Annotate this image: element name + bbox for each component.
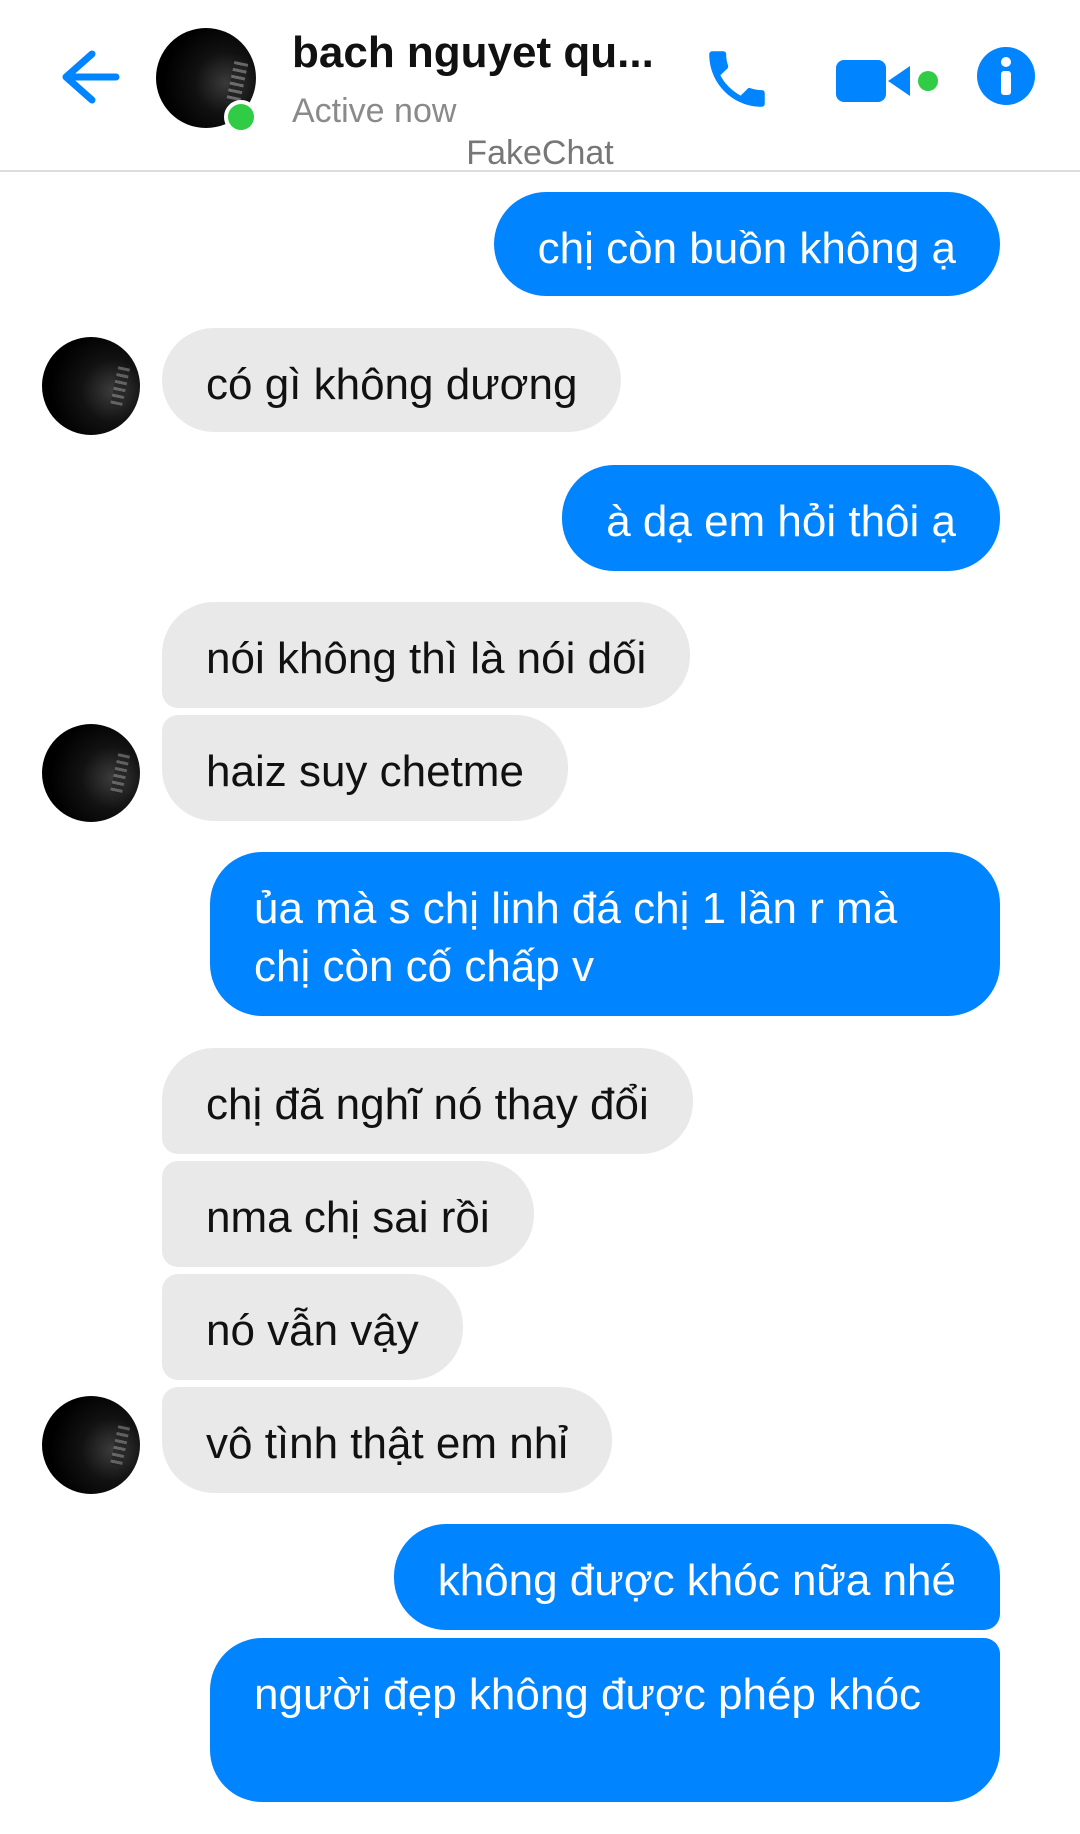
- watermark: FakeChat: [466, 134, 614, 172]
- message-received[interactable]: vô tình thật em nhỉ: [162, 1387, 612, 1493]
- active-status: Active now: [292, 92, 457, 130]
- chat-header: bach nguyet qu... Active now FakeChat: [0, 0, 1080, 172]
- message-sent[interactable]: người đẹp không được phép khóc: [210, 1638, 1000, 1802]
- phone-icon[interactable]: [700, 42, 774, 116]
- contact-avatar[interactable]: [156, 28, 260, 134]
- message-received[interactable]: có gì không dương: [162, 328, 622, 432]
- message-received[interactable]: nma chị sai rồi: [162, 1161, 534, 1267]
- back-arrow-icon[interactable]: [52, 42, 122, 112]
- online-indicator: [224, 100, 258, 134]
- message-sent[interactable]: à dạ em hỏi thôi ạ: [562, 465, 1000, 571]
- sender-avatar[interactable]: [42, 724, 140, 822]
- message-sent[interactable]: không được khóc nữa nhé: [393, 1524, 1000, 1630]
- message-sent[interactable]: ủa mà s chị linh đá chị 1 lần r mà chị c…: [210, 852, 1000, 1016]
- message-received[interactable]: nó vẫn vậy: [162, 1274, 463, 1380]
- sender-avatar[interactable]: [42, 337, 140, 435]
- contact-name[interactable]: bach nguyet qu...: [292, 28, 654, 78]
- message-sent[interactable]: chị còn buồn không ạ: [493, 192, 1000, 296]
- message-received[interactable]: haiz suy chetme: [162, 715, 568, 821]
- message-received[interactable]: chị đã nghĩ nó thay đổi: [162, 1048, 693, 1154]
- message-received[interactable]: nói không thì là nói dối: [162, 602, 691, 708]
- video-camera-icon[interactable]: [830, 54, 940, 108]
- sender-avatar[interactable]: [42, 1396, 140, 1494]
- info-icon[interactable]: [976, 46, 1036, 106]
